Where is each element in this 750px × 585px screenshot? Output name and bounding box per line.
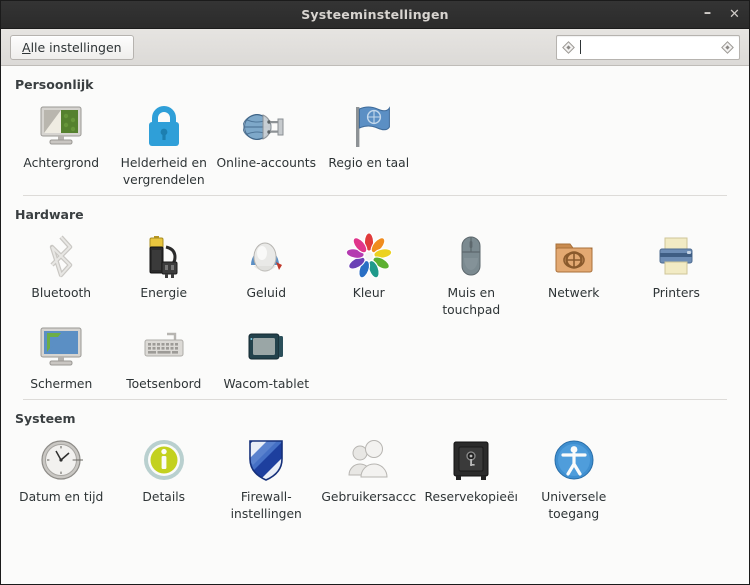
system-settings-window: Systeeminstellingen – ✕ Alle instellinge… (0, 0, 750, 585)
tile-bluetooth[interactable]: Bluetooth (10, 228, 113, 319)
missing-image-icon-right (720, 40, 735, 55)
tile-firewall-instellingen[interactable]: Firewall-instellingen (215, 432, 318, 523)
info-details-icon (140, 436, 188, 484)
firewall-shield-icon (242, 436, 290, 484)
tile-netwerk[interactable]: Netwerk (523, 228, 626, 319)
tile-label: Energie (140, 286, 188, 300)
tile-energie[interactable]: Energie (113, 228, 216, 319)
tile-gebruikersaccounts[interactable]: Gebruikersaccc (318, 432, 421, 523)
search-input[interactable] (576, 40, 720, 54)
tile-label: Schermen (30, 377, 93, 391)
all-settings-button[interactable]: Alle instellingen (10, 34, 134, 60)
color-wheel-icon (345, 232, 393, 280)
network-folder-icon (550, 232, 598, 280)
users-group-icon (345, 436, 393, 484)
section-title-persoonlijk: Persoonlijk (15, 77, 94, 92)
keyboard-icon (140, 323, 188, 371)
tile-label: Regio en taal (328, 156, 410, 170)
tile-online-accounts[interactable]: Online-accounts (215, 98, 318, 189)
search-box[interactable] (556, 34, 740, 60)
tile-achtergrond[interactable]: Achtergrond (10, 98, 113, 189)
section-grid-systeem: Datum en tijd Details Firewall-instellin… (1, 432, 749, 523)
section-hardware: Hardware Bluetooth Energie Geluid Kleur … (1, 196, 749, 400)
tile-reservekopieen[interactable]: Reservekopieëı (420, 432, 523, 523)
tile-label: Kleur (352, 286, 385, 300)
tile-schermen[interactable]: Schermen (10, 319, 113, 393)
tile-geluid[interactable]: Geluid (215, 228, 318, 319)
tile-label: Muis en touchpad (442, 286, 501, 317)
tile-kleur[interactable]: Kleur (318, 228, 421, 319)
tile-helderheid-en-vergrendelen[interactable]: Helderheid en vergrendelen (113, 98, 216, 189)
tile-label: Wacom-tablet (223, 377, 310, 391)
region-flag-icon (345, 102, 393, 150)
section-persoonlijk: Persoonlijk Achtergrond Helderheid en ve… (1, 66, 749, 196)
tile-printers[interactable]: Printers (625, 228, 728, 319)
wacom-tablet-icon (242, 323, 290, 371)
sound-speaker-icon (242, 232, 290, 280)
universal-access-icon (550, 436, 598, 484)
tile-regio-en-taal[interactable]: Regio en taal (318, 98, 421, 189)
tile-toetsenbord[interactable]: Toetsenbord (113, 319, 216, 393)
all-settings-mnemonic: A (22, 39, 31, 55)
safe-backup-icon (447, 436, 495, 484)
battery-power-icon (140, 232, 188, 280)
tile-label: Online-accounts (216, 156, 317, 170)
section-systeem: Systeem Datum en tijd Details Firewall-i… (1, 400, 749, 523)
tile-details[interactable]: Details (113, 432, 216, 523)
tile-label: Printers (652, 286, 700, 300)
section-title-systeem: Systeem (15, 411, 76, 426)
displays-monitor-icon (37, 323, 85, 371)
section-grid-hardware: Bluetooth Energie Geluid Kleur Muis en t… (1, 228, 749, 393)
lock-brightness-icon (140, 102, 188, 150)
tile-muis-en-touchpad[interactable]: Muis en touchpad (420, 228, 523, 319)
titlebar: Systeeminstellingen – ✕ (1, 1, 749, 29)
tile-label: Bluetooth (31, 286, 92, 300)
clock-icon (37, 436, 85, 484)
missing-image-icon (561, 40, 576, 55)
tile-label: Geluid (246, 286, 287, 300)
text-caret (580, 40, 581, 54)
tile-wacom-tablet[interactable]: Wacom-tablet (215, 319, 318, 393)
tile-label: Universele toegang (541, 490, 607, 521)
mouse-icon (447, 232, 495, 280)
tile-label: Gebruikersaccc (321, 490, 417, 504)
window-controls: – ✕ (700, 1, 742, 28)
online-accounts-globe-plug-icon (242, 102, 290, 150)
section-title-hardware: Hardware (15, 207, 84, 222)
all-settings-label: lle instellingen (30, 39, 122, 55)
tile-label: Datum en tijd (19, 490, 104, 504)
minimize-button[interactable]: – (700, 4, 715, 26)
tile-label: Details (142, 490, 186, 504)
close-button[interactable]: ✕ (727, 6, 742, 23)
tile-universele-toegang[interactable]: Universele toegang (523, 432, 626, 523)
settings-content: Persoonlijk Achtergrond Helderheid en ve… (1, 66, 749, 584)
printer-icon (652, 232, 700, 280)
toolbar: Alle instellingen (1, 29, 749, 66)
tile-label: Netwerk (548, 286, 600, 300)
tile-label: Toetsenbord (126, 377, 202, 391)
bluetooth-icon (37, 232, 85, 280)
tile-label: Helderheid en vergrendelen (120, 156, 207, 187)
background-monitor-icon (37, 102, 85, 150)
tile-label: Achtergrond (23, 156, 100, 170)
section-grid-persoonlijk: Achtergrond Helderheid en vergrendelen O… (1, 98, 749, 189)
window-title: Systeeminstellingen (301, 7, 449, 22)
tile-datum-en-tijd[interactable]: Datum en tijd (10, 432, 113, 523)
tile-label: Firewall-instellingen (230, 490, 302, 521)
tile-label: Reservekopieëı (424, 490, 518, 504)
